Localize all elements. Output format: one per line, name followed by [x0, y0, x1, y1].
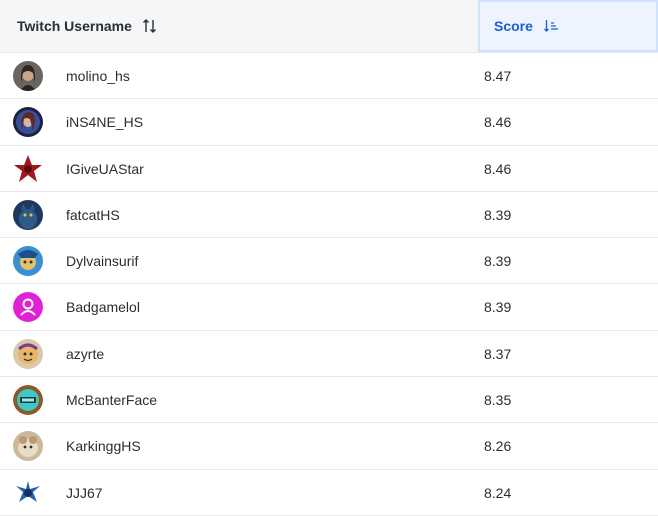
table-row[interactable]: iNS4NE_HS 8.46	[0, 99, 658, 146]
portrait-avatar	[13, 107, 43, 138]
score-value: 8.37	[484, 345, 512, 362]
score-value: 8.35	[484, 392, 512, 409]
username[interactable]: IGiveUAStar	[66, 146, 144, 192]
table-body: molino_hs 8.47 iNS4NE_HS 8.46 IGiveUASta…	[0, 53, 658, 516]
table-header: Twitch Username Score	[0, 0, 658, 53]
cartoon-avatar	[13, 246, 43, 277]
column-header-username-label: Twitch Username	[17, 18, 132, 34]
score-value: 8.26	[484, 438, 512, 455]
score-value: 8.39	[484, 253, 512, 270]
username[interactable]: McBanterFace	[66, 377, 157, 423]
star-logo	[13, 153, 43, 184]
cat-avatar	[13, 199, 43, 230]
sort-both-icon[interactable]	[142, 18, 158, 34]
cartoon-avatar	[13, 338, 43, 369]
column-header-username[interactable]: Twitch Username	[0, 0, 478, 52]
score-value: 8.39	[484, 299, 512, 316]
column-header-score[interactable]: Score	[478, 0, 658, 52]
portrait-avatar	[13, 61, 43, 91]
username[interactable]: azyrte	[66, 331, 104, 377]
score-value: 8.46	[484, 114, 512, 131]
table-row[interactable]: fatcatHS 8.39	[0, 192, 658, 239]
table-row[interactable]: JJJ67 8.24	[0, 470, 658, 516]
username[interactable]: iNS4NE_HS	[66, 99, 143, 145]
username[interactable]: JJJ67	[66, 470, 103, 516]
column-header-score-label: Score	[494, 18, 533, 34]
table-row[interactable]: molino_hs 8.47	[0, 53, 658, 100]
badge-avatar	[13, 385, 43, 416]
table-row[interactable]: McBanterFace 8.35	[0, 377, 658, 424]
leaderboard-table: Twitch Username Score molino_hs 8.47 iNS…	[0, 0, 658, 516]
score-value: 8.46	[484, 160, 512, 177]
username[interactable]: KarkinggHS	[66, 423, 141, 469]
score-value: 8.47	[484, 68, 512, 84]
table-row[interactable]: Dylvainsurif 8.39	[0, 238, 658, 285]
username[interactable]: Dylvainsurif	[66, 238, 138, 284]
table-row[interactable]: IGiveUAStar 8.46	[0, 146, 658, 192]
table-row[interactable]: Badgamelol 8.39	[0, 284, 658, 331]
default-user-avatar	[13, 292, 43, 323]
sort-descending-icon[interactable]	[543, 18, 559, 34]
username[interactable]: Badgamelol	[66, 284, 140, 330]
username[interactable]: molino_hs	[66, 53, 130, 99]
table-row[interactable]: azyrte 8.37	[0, 331, 658, 378]
score-value: 8.39	[484, 206, 512, 223]
creature-avatar	[13, 477, 43, 508]
score-value: 8.24	[484, 484, 512, 501]
username[interactable]: fatcatHS	[66, 192, 120, 238]
animal-avatar	[13, 431, 43, 462]
table-row[interactable]: KarkinggHS 8.26	[0, 423, 658, 470]
